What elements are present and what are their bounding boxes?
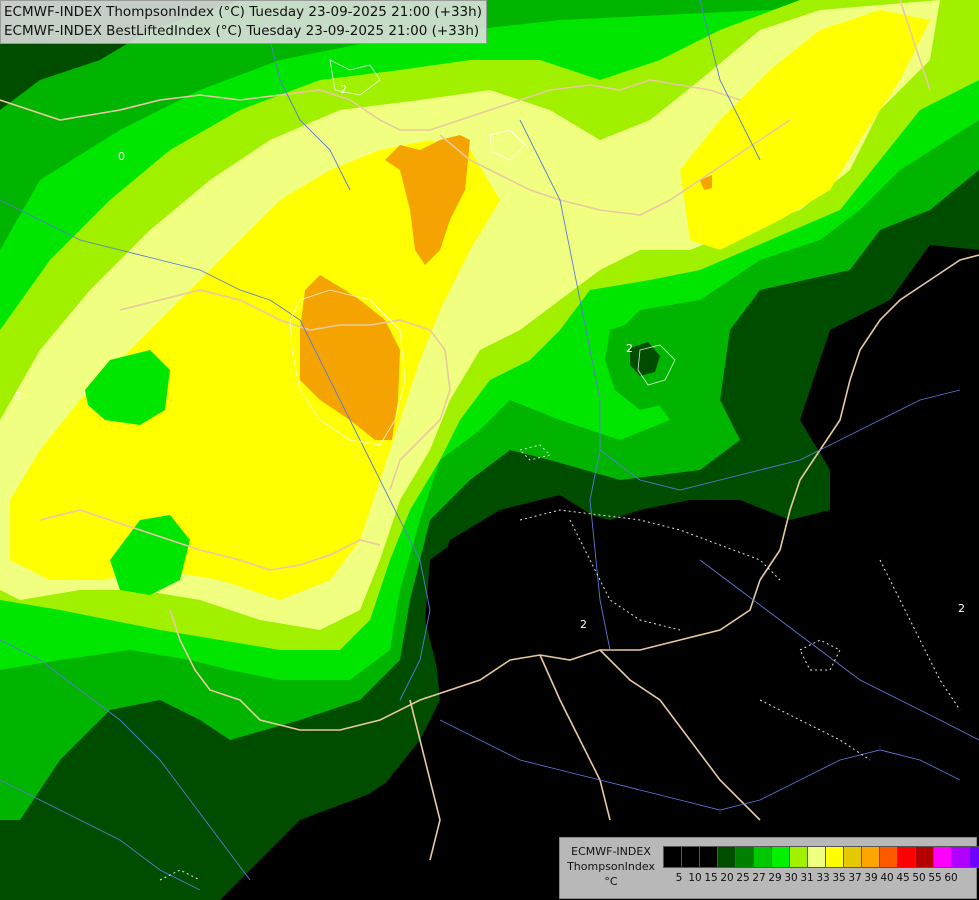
legend-swatch [771,846,790,868]
contour-label: 0 [14,390,21,403]
header-title-lifted: ECMWF-INDEX BestLiftedIndex (°C) Tuesday… [4,23,480,39]
contour-label: 0 [118,150,125,163]
legend-unit: °C [604,875,618,888]
legend-labels: ECMWF-INDEX ThompsonIndex °C [564,844,658,889]
legend-tick-label: 50 [912,872,926,884]
contour-label: 2 [626,342,633,355]
map-header: ECMWF-INDEX ThompsonIndex (°C) Tuesday 2… [0,0,487,44]
legend-tick-label: 37 [848,872,862,884]
legend-tick-label: 33 [816,872,830,884]
contour-label: 2 [340,83,347,96]
legend-swatch [879,846,898,868]
legend-tick-label: 20 [720,872,734,884]
header-title-thompson: ECMWF-INDEX ThompsonIndex (°C) Tuesday 2… [4,4,482,20]
legend-swatch [681,846,700,868]
legend-swatch [663,846,682,868]
legend-tick-label: 29 [768,872,782,884]
legend-tick-label: 39 [864,872,878,884]
legend-swatch [807,846,826,868]
legend-tick-label: 10 [688,872,702,884]
legend-tick-label: 5 [675,872,683,884]
legend-tick-label: 60 [944,872,958,884]
legend-color-bar [663,846,979,868]
legend-swatch [969,846,979,868]
legend-tick-label: 45 [896,872,910,884]
legend-model: ECMWF-INDEX [571,845,651,858]
color-legend: ECMWF-INDEX ThompsonIndex °C 5 10 15 20 25 27… [559,837,979,899]
legend-tick-label: 15 [704,872,718,884]
legend-ticks: 5 10 15 20 25 27 29 30 31 33 35 37 39 40 45 50 55 60 [663,872,959,884]
legend-swatch [861,846,880,868]
legend-tick-label: 27 [752,872,766,884]
legend-swatch [951,846,970,868]
legend-swatch [735,846,754,868]
thompson-index-map: 2 2 2 2 0 0 [0,0,979,900]
legend-swatch [753,846,772,868]
legend-tick-label: 55 [928,872,942,884]
contour-label: 2 [958,602,965,615]
legend-swatch [843,846,862,868]
legend-swatch [897,846,916,868]
legend-swatch [933,846,952,868]
legend-swatch [717,846,736,868]
contour-label: 2 [580,618,587,631]
legend-tick-label: 35 [832,872,846,884]
legend-swatch [699,846,718,868]
legend-tick-label: 25 [736,872,750,884]
legend-tick-label: 40 [880,872,894,884]
legend-swatch [825,846,844,868]
legend-tick-label: 31 [800,872,814,884]
legend-tick-label: 30 [784,872,798,884]
legend-param: ThompsonIndex [567,860,655,873]
legend-swatch [789,846,808,868]
legend-swatch [915,846,934,868]
